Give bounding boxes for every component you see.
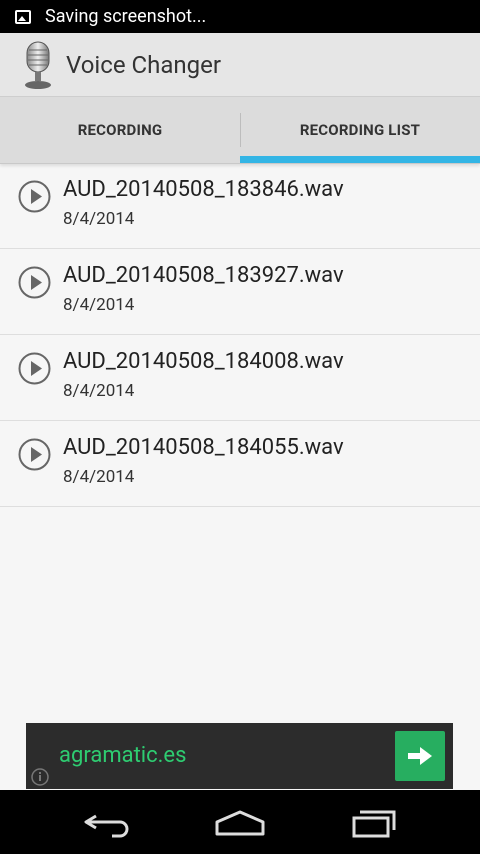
back-icon[interactable] <box>82 808 132 838</box>
home-icon[interactable] <box>213 808 267 838</box>
recording-date: 8/4/2014 <box>63 381 135 401</box>
tab-bar: RECORDING RECORDING LIST <box>0 97 480 164</box>
status-bar: Saving screenshot... <box>0 0 480 33</box>
info-icon[interactable] <box>30 767 50 787</box>
ad-text: agramatic.es <box>59 743 187 768</box>
play-icon[interactable] <box>18 352 51 385</box>
list-item[interactable]: AUD_20140508_184055.wav 8/4/2014 <box>0 421 480 507</box>
recording-name: AUD_20140508_184055.wav <box>63 435 344 460</box>
recording-name: AUD_20140508_183846.wav <box>63 177 344 202</box>
microphone-icon[interactable] <box>18 40 58 90</box>
recording-date: 8/4/2014 <box>63 209 135 229</box>
recording-list: AUD_20140508_183846.wav 8/4/2014 AUD_201… <box>0 163 480 507</box>
recording-name: AUD_20140508_184008.wav <box>63 349 344 374</box>
list-item[interactable]: AUD_20140508_183927.wav 8/4/2014 <box>0 249 480 335</box>
list-item[interactable]: AUD_20140508_184008.wav 8/4/2014 <box>0 335 480 421</box>
list-item[interactable]: AUD_20140508_183846.wav 8/4/2014 <box>0 163 480 249</box>
tab-recording-list[interactable]: RECORDING LIST <box>240 97 480 163</box>
ad-open-button[interactable] <box>395 731 445 781</box>
play-icon[interactable] <box>18 180 51 213</box>
recent-apps-icon[interactable] <box>350 808 398 838</box>
recording-name: AUD_20140508_183927.wav <box>63 263 344 288</box>
recording-date: 8/4/2014 <box>63 295 135 315</box>
app-title: Voice Changer <box>66 50 221 79</box>
action-bar: Voice Changer <box>0 33 480 97</box>
play-icon[interactable] <box>18 266 51 299</box>
status-notification-text: Saving screenshot... <box>45 6 207 27</box>
recording-date: 8/4/2014 <box>63 467 135 487</box>
ad-banner[interactable]: agramatic.es <box>26 723 453 789</box>
arrow-right-icon <box>408 747 432 765</box>
tab-recording[interactable]: RECORDING <box>0 97 240 163</box>
image-icon <box>15 9 31 24</box>
play-icon[interactable] <box>18 438 51 471</box>
navigation-bar <box>0 790 480 854</box>
